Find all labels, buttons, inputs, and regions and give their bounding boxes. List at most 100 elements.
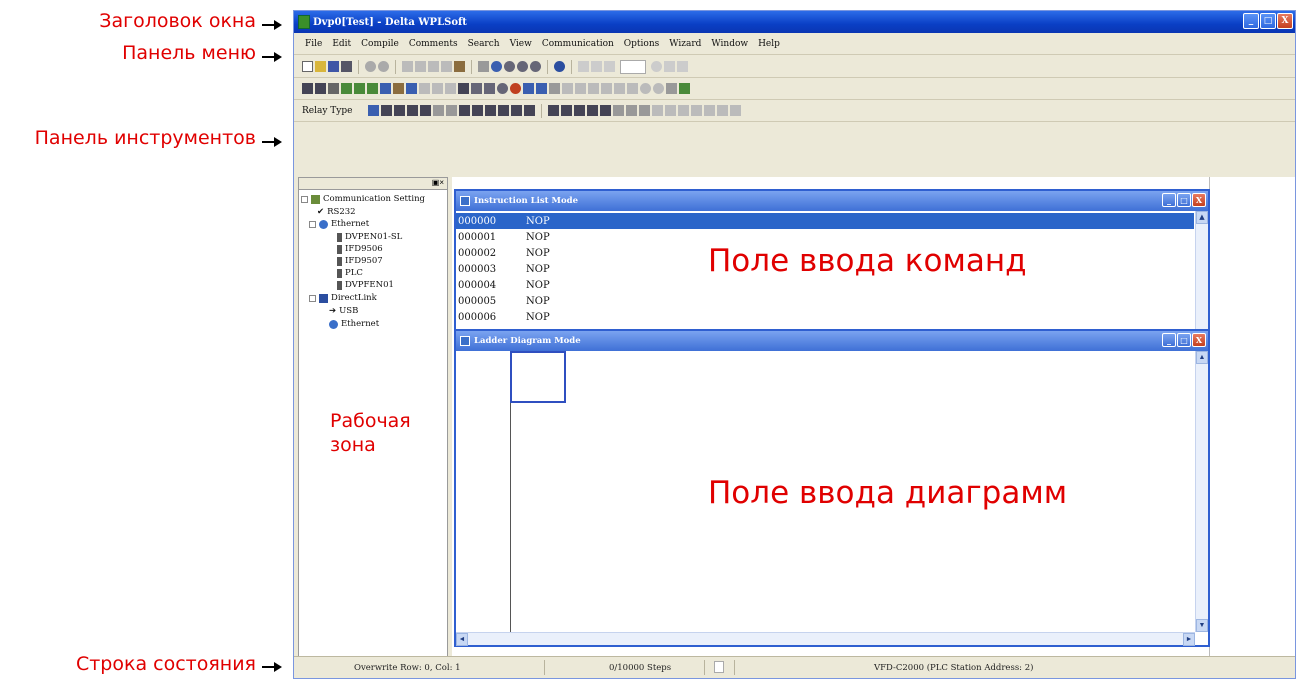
wizard-icon[interactable] bbox=[406, 83, 417, 94]
save-icon[interactable] bbox=[328, 61, 339, 72]
ladder-window-title-bar[interactable]: Ladder Diagram Mode _ □ X bbox=[456, 331, 1208, 351]
next-icon[interactable] bbox=[717, 105, 729, 116]
contact-f-icon[interactable] bbox=[420, 105, 432, 116]
tree-item-ifd9507[interactable]: IFD9507 bbox=[337, 256, 383, 266]
menu-communication[interactable]: Communication bbox=[537, 39, 619, 49]
grid-icon[interactable] bbox=[578, 61, 589, 72]
master-control-icon[interactable] bbox=[524, 105, 536, 116]
instruction-mode-icon[interactable] bbox=[315, 83, 326, 94]
sfc-mode-icon[interactable] bbox=[328, 83, 339, 94]
tree-item-ethernet-direct[interactable]: Ethernet bbox=[329, 319, 379, 329]
scroll-up-button[interactable]: ▲ bbox=[1196, 211, 1208, 224]
print-icon[interactable] bbox=[341, 61, 352, 72]
instruction-restore-button[interactable]: □ bbox=[1177, 193, 1191, 207]
ladder-cursor[interactable] bbox=[510, 351, 566, 403]
paste-icon[interactable] bbox=[428, 61, 439, 72]
tree-item-ifd9506[interactable]: IFD9506 bbox=[337, 244, 383, 254]
pin-icon[interactable] bbox=[677, 61, 688, 72]
table-icon[interactable] bbox=[627, 83, 638, 94]
nop-icon[interactable] bbox=[665, 105, 677, 116]
ladder-horizontal-scrollbar[interactable]: ◄ ► bbox=[456, 632, 1195, 646]
verify-icon[interactable] bbox=[484, 83, 495, 94]
menu-file[interactable]: File bbox=[300, 39, 327, 49]
expand-icon[interactable] bbox=[309, 220, 316, 228]
stop-icon[interactable] bbox=[651, 61, 662, 72]
set-icon[interactable] bbox=[575, 83, 586, 94]
scroll-left-button[interactable]: ◄ bbox=[456, 633, 468, 646]
instruction-close-button[interactable]: X bbox=[1192, 193, 1206, 207]
instruction-row[interactable]: 000006 NOP bbox=[456, 309, 1194, 325]
insert-row-icon[interactable] bbox=[548, 105, 560, 116]
application-icon[interactable] bbox=[498, 105, 510, 116]
device-monitor-icon[interactable] bbox=[562, 83, 573, 94]
tree-item-plc[interactable]: PLC bbox=[337, 268, 363, 278]
new-file-icon[interactable] bbox=[302, 61, 313, 72]
value-icon[interactable] bbox=[604, 61, 615, 72]
jump-icon[interactable] bbox=[478, 61, 489, 72]
instruction-minimize-button[interactable]: _ bbox=[1162, 193, 1176, 207]
instruction-window-title-bar[interactable]: Instruction List Mode _ □ X bbox=[456, 191, 1208, 211]
online-icon[interactable] bbox=[523, 83, 534, 94]
instruction-vertical-scrollbar[interactable]: ▲ bbox=[1195, 211, 1208, 329]
expand-icon[interactable] bbox=[309, 294, 316, 302]
instruction-row[interactable]: 000000 NOP bbox=[456, 213, 1194, 229]
tree-item-usb[interactable]: ➔ USB bbox=[329, 306, 358, 316]
vertical-line-icon[interactable] bbox=[446, 105, 458, 116]
delete-row-icon[interactable] bbox=[561, 105, 573, 116]
force-off-icon[interactable] bbox=[614, 83, 625, 94]
redo-icon[interactable] bbox=[378, 61, 389, 72]
tree-item-dvpen01-sl[interactable]: DVPEN01-SL bbox=[337, 232, 402, 242]
inverse-icon[interactable] bbox=[511, 105, 523, 116]
device-icon[interactable] bbox=[393, 83, 404, 94]
stop-plc-icon[interactable] bbox=[510, 83, 521, 94]
transfer-icon[interactable] bbox=[471, 83, 482, 94]
close-button[interactable]: X bbox=[1277, 13, 1293, 29]
cut-icon[interactable] bbox=[402, 61, 413, 72]
force-on-icon[interactable] bbox=[601, 83, 612, 94]
prev-icon[interactable] bbox=[730, 105, 742, 116]
cursor-icon[interactable] bbox=[368, 105, 380, 116]
monitor-off-icon[interactable] bbox=[549, 83, 560, 94]
horizontal-line-icon[interactable] bbox=[459, 105, 471, 116]
help-icon[interactable] bbox=[554, 61, 565, 72]
write-plc-icon[interactable] bbox=[458, 83, 469, 94]
zoom-in-icon[interactable] bbox=[504, 61, 515, 72]
return-icon[interactable] bbox=[704, 105, 716, 116]
tree-item-rs232[interactable]: ✔ RS232 bbox=[317, 207, 356, 217]
end-icon[interactable] bbox=[652, 105, 664, 116]
refresh-icon[interactable] bbox=[664, 61, 675, 72]
step-input[interactable] bbox=[620, 59, 646, 74]
comment-line-icon[interactable] bbox=[639, 105, 651, 116]
pin-panel-icon[interactable]: ▣× bbox=[432, 178, 444, 187]
delete-icon[interactable] bbox=[441, 61, 452, 72]
goto-icon[interactable] bbox=[678, 105, 690, 116]
window-title-bar[interactable]: Dvp0[Test] - Delta WPLSoft _ □ X bbox=[294, 11, 1295, 33]
contact-no-icon[interactable] bbox=[381, 105, 393, 116]
tree-item-directlink[interactable]: DirectLink bbox=[301, 293, 377, 303]
menu-search[interactable]: Search bbox=[463, 39, 505, 49]
scroll-right-button[interactable]: ► bbox=[1183, 633, 1195, 646]
copy-icon[interactable] bbox=[415, 61, 426, 72]
call-icon[interactable] bbox=[691, 105, 703, 116]
find-icon[interactable] bbox=[491, 61, 502, 72]
ladder-mode-icon[interactable] bbox=[302, 83, 313, 94]
station-icon[interactable] bbox=[666, 83, 677, 94]
series-icon[interactable] bbox=[485, 105, 497, 116]
ladder-close-button[interactable]: X bbox=[1192, 333, 1206, 347]
coil-icon[interactable] bbox=[433, 105, 445, 116]
tools-icon[interactable] bbox=[679, 83, 690, 94]
search-device-icon[interactable] bbox=[640, 83, 651, 94]
open-file-icon[interactable] bbox=[315, 61, 326, 72]
search-next-icon[interactable] bbox=[653, 83, 664, 94]
undo-icon[interactable] bbox=[365, 61, 376, 72]
expand-icon[interactable] bbox=[301, 195, 308, 203]
label-icon[interactable] bbox=[626, 105, 638, 116]
reset-icon[interactable] bbox=[588, 83, 599, 94]
menu-options[interactable]: Options bbox=[619, 39, 664, 49]
tree-item-ethernet[interactable]: Ethernet bbox=[301, 219, 369, 229]
ladder-restore-button[interactable]: □ bbox=[1177, 333, 1191, 347]
branch-icon[interactable] bbox=[613, 105, 625, 116]
zoom-out-icon[interactable] bbox=[517, 61, 528, 72]
comment-icon[interactable] bbox=[419, 83, 430, 94]
compile-icon[interactable] bbox=[341, 83, 352, 94]
